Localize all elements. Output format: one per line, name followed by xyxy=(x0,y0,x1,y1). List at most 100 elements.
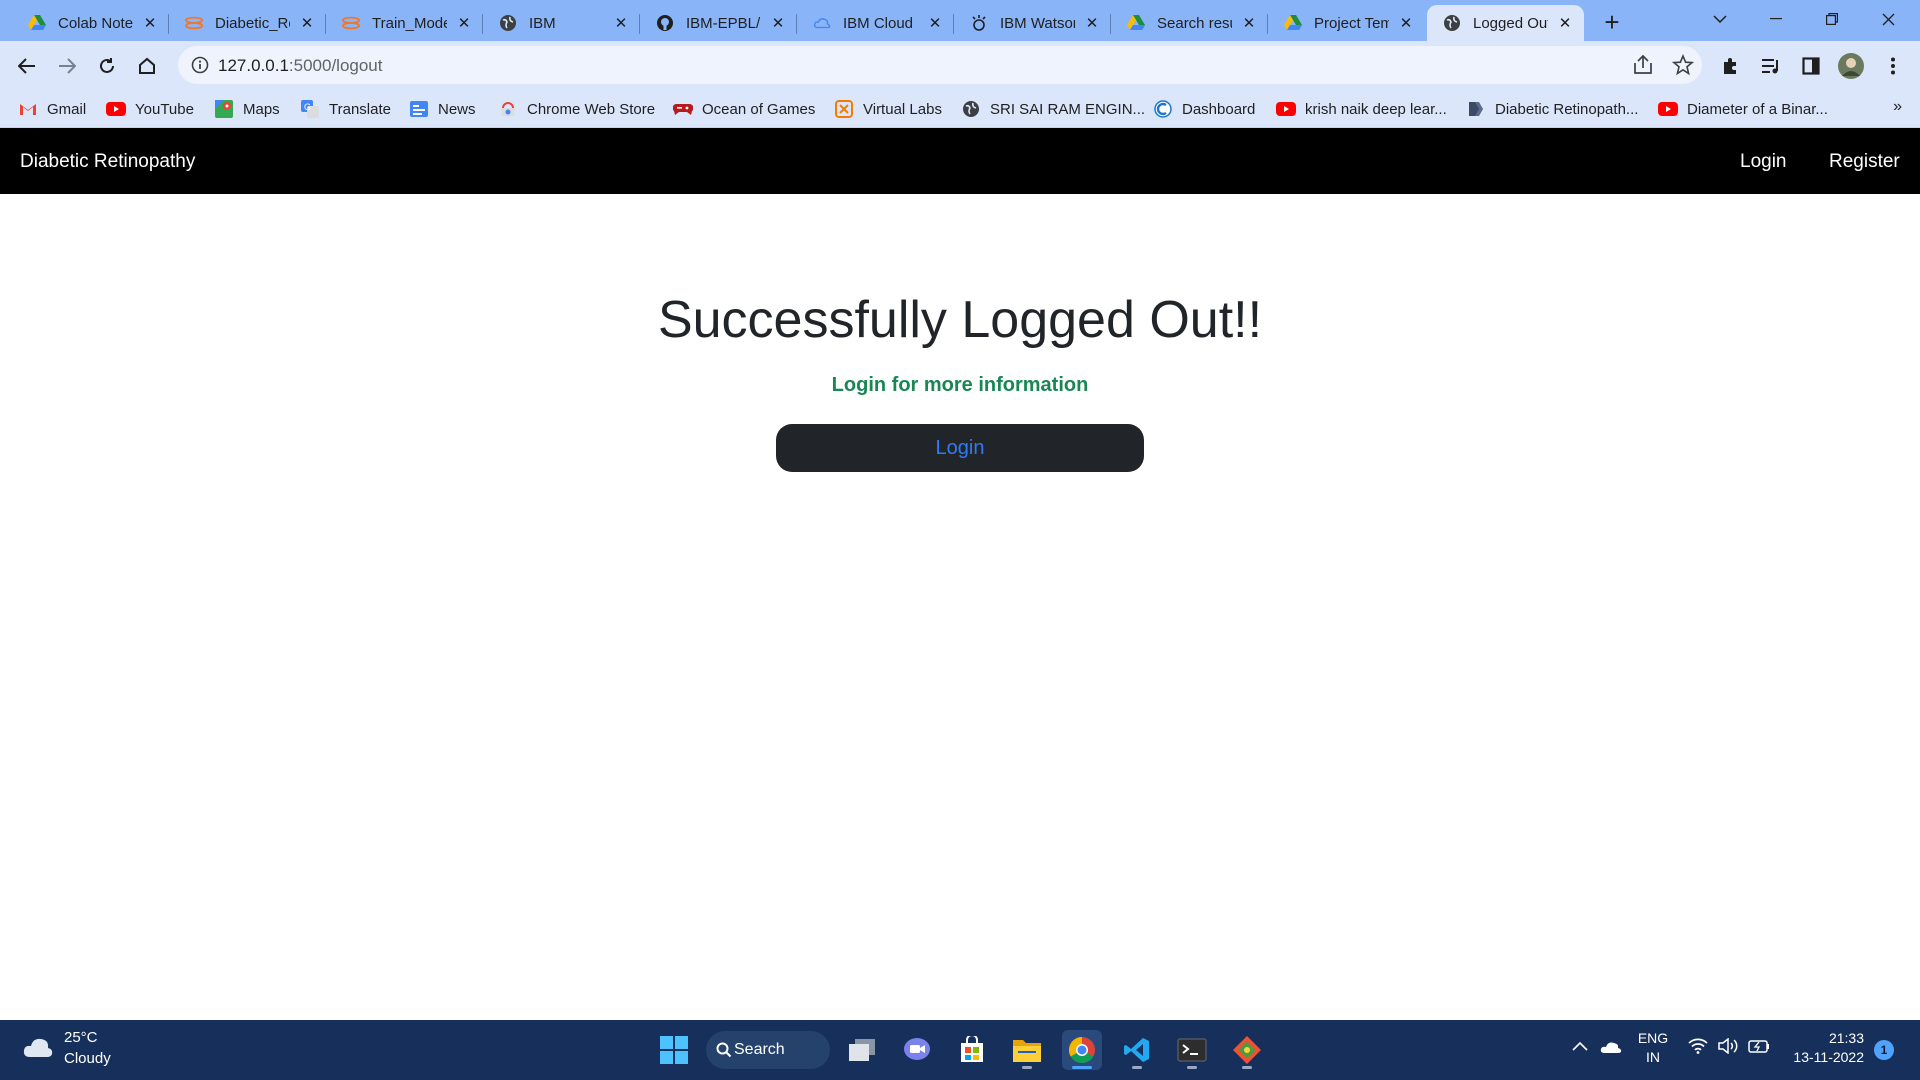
profile-avatar-icon[interactable] xyxy=(1834,49,1868,83)
browser-tab-strip: Colab Notebooks ✕ Diabetic_Retinopathy ✕… xyxy=(0,0,1920,41)
taskbar-search-box[interactable]: Search xyxy=(706,1031,830,1069)
close-icon[interactable]: ✕ xyxy=(1556,14,1574,32)
clock-date: 13-11-2022 xyxy=(1793,1049,1864,1065)
browser-tab[interactable]: Train_Model ✕ xyxy=(326,5,483,41)
url-text[interactable]: 127.0.0.1:5000/logout xyxy=(218,56,383,76)
close-icon[interactable]: ✕ xyxy=(1397,14,1415,32)
site-info-icon[interactable] xyxy=(190,55,210,75)
share-icon[interactable] xyxy=(1632,54,1654,76)
wifi-icon[interactable] xyxy=(1688,1038,1708,1059)
browser-tab[interactable]: IBM ✕ xyxy=(483,5,640,41)
svg-text:G: G xyxy=(304,102,311,112)
close-icon[interactable]: ✕ xyxy=(926,14,944,32)
extensions-puzzle-icon[interactable] xyxy=(1714,49,1748,83)
vscode-icon[interactable] xyxy=(1117,1030,1157,1070)
home-icon[interactable] xyxy=(130,49,164,83)
microsoft-store-icon[interactable] xyxy=(952,1030,992,1070)
browser-tab[interactable]: Diabetic_Retinopathy ✕ xyxy=(169,5,326,41)
bookmark-youtube[interactable]: YouTube xyxy=(106,97,194,121)
forward-arrow-icon[interactable] xyxy=(50,49,84,83)
media-queue-icon[interactable] xyxy=(1754,49,1788,83)
bookmark-news[interactable]: News xyxy=(409,97,476,121)
terminal-icon[interactable] xyxy=(1172,1030,1212,1070)
bookmark-gmail[interactable]: Gmail xyxy=(18,97,86,121)
bookmark-diameter-binary-tree[interactable]: Diameter of a Binar... xyxy=(1658,97,1828,121)
nav-register-link[interactable]: Register xyxy=(1829,151,1900,173)
bookmark-label: Gmail xyxy=(47,100,87,118)
login-button[interactable]: Login xyxy=(776,424,1144,472)
running-indicator xyxy=(1187,1066,1197,1069)
new-tab-button[interactable]: + xyxy=(1598,7,1626,37)
running-indicator xyxy=(1022,1066,1032,1069)
tab-title: Search results xyxy=(1157,14,1232,32)
side-panel-icon[interactable] xyxy=(1794,49,1828,83)
kebab-menu-icon[interactable] xyxy=(1876,49,1910,83)
browser-tab[interactable]: IBM Cloud ✕ xyxy=(797,5,954,41)
browser-tab[interactable]: IBM Watson Studio ✕ xyxy=(954,5,1111,41)
close-window-button[interactable] xyxy=(1860,0,1916,38)
browser-tab[interactable]: IBM-EPBL/IBM-Project ✕ xyxy=(640,5,797,41)
close-icon[interactable]: ✕ xyxy=(298,14,316,32)
google-drive-icon xyxy=(28,14,46,32)
language-indicator[interactable]: ENG IN xyxy=(1636,1029,1670,1067)
bookmark-label: Virtual Labs xyxy=(863,100,942,118)
close-icon[interactable]: ✕ xyxy=(1083,14,1101,32)
close-icon[interactable]: ✕ xyxy=(769,14,787,32)
translate-icon: G xyxy=(300,99,320,119)
clock-time: 21:33 xyxy=(1828,1030,1864,1046)
bookmark-diabetic-retinopathy[interactable]: Diabetic Retinopath... xyxy=(1466,97,1638,121)
system-clock[interactable]: 21:33 13-11-2022 xyxy=(1782,1029,1864,1067)
teams-chat-icon[interactable] xyxy=(897,1030,937,1070)
weather-description[interactable]: Cloudy xyxy=(64,1050,111,1067)
close-icon[interactable]: ✕ xyxy=(455,14,473,32)
windows-start-icon[interactable] xyxy=(654,1030,694,1070)
chevron-up-icon[interactable] xyxy=(1572,1038,1588,1056)
address-bar[interactable]: 127.0.0.1:5000/logout xyxy=(178,46,1702,84)
close-icon[interactable]: ✕ xyxy=(612,14,630,32)
restore-button[interactable] xyxy=(1804,0,1860,38)
bookmark-label: News xyxy=(438,100,476,118)
tab-search-chevron-icon[interactable] xyxy=(1692,0,1748,38)
browser-tab-active[interactable]: Logged Out ✕ xyxy=(1427,5,1584,41)
bookmarks-bar: Gmail YouTube Maps G Translate News Chro… xyxy=(0,90,1920,128)
reload-icon[interactable] xyxy=(90,49,124,83)
bookmark-maps[interactable]: Maps xyxy=(214,97,280,121)
git-gui-icon[interactable] xyxy=(1227,1030,1267,1070)
web-store-icon xyxy=(498,99,518,119)
youtube-icon xyxy=(1276,99,1296,119)
back-arrow-icon[interactable] xyxy=(10,49,44,83)
close-icon[interactable]: ✕ xyxy=(1240,14,1258,32)
bookmark-krish-naik[interactable]: krish naik deep lear... xyxy=(1276,97,1447,121)
bookmark-star-icon[interactable] xyxy=(1671,53,1695,76)
cloud-weather-icon[interactable] xyxy=(22,1036,54,1060)
browser-tab[interactable]: Project Templates ✕ xyxy=(1268,5,1425,41)
chrome-taskbar-icon[interactable] xyxy=(1062,1030,1102,1070)
bookmark-label: Diameter of a Binar... xyxy=(1687,100,1828,118)
bookmarks-overflow-button[interactable]: » xyxy=(1893,98,1902,116)
browser-tab[interactable]: Colab Notebooks ✕ xyxy=(12,5,169,41)
bookmark-label: Dashboard xyxy=(1182,100,1256,118)
nav-login-link[interactable]: Login xyxy=(1740,151,1787,173)
bookmark-translate[interactable]: G Translate xyxy=(300,97,391,121)
tab-title: Diabetic_Retinopathy xyxy=(215,14,290,32)
news-icon xyxy=(409,99,429,119)
onedrive-cloud-icon[interactable] xyxy=(1600,1040,1622,1059)
site-brand[interactable]: Diabetic Retinopathy xyxy=(20,151,195,173)
running-indicator xyxy=(1242,1066,1252,1069)
google-drive-icon xyxy=(1284,14,1302,32)
volume-icon[interactable] xyxy=(1718,1037,1740,1059)
task-view-icon[interactable] xyxy=(842,1030,882,1070)
bookmark-chrome-web-store[interactable]: Chrome Web Store xyxy=(498,97,655,121)
file-explorer-icon[interactable] xyxy=(1007,1030,1047,1070)
bookmark-virtual-labs[interactable]: Virtual Labs xyxy=(834,97,942,121)
weather-temperature[interactable]: 25°C xyxy=(64,1029,98,1046)
close-icon[interactable]: ✕ xyxy=(141,14,159,32)
notification-badge[interactable]: 1 xyxy=(1874,1040,1894,1060)
bookmark-ocean-of-games[interactable]: Ocean of Games xyxy=(673,97,815,121)
battery-charging-icon[interactable] xyxy=(1748,1038,1770,1059)
browser-tab[interactable]: Search results ✕ xyxy=(1111,5,1268,41)
bookmark-sri-sai-ram[interactable]: SRI SAI RAM ENGIN... xyxy=(961,97,1145,121)
minimize-button[interactable] xyxy=(1748,0,1804,38)
bookmark-dashboard[interactable]: Dashboard xyxy=(1153,97,1255,121)
browser-toolbar: 127.0.0.1:5000/logout xyxy=(0,41,1920,90)
